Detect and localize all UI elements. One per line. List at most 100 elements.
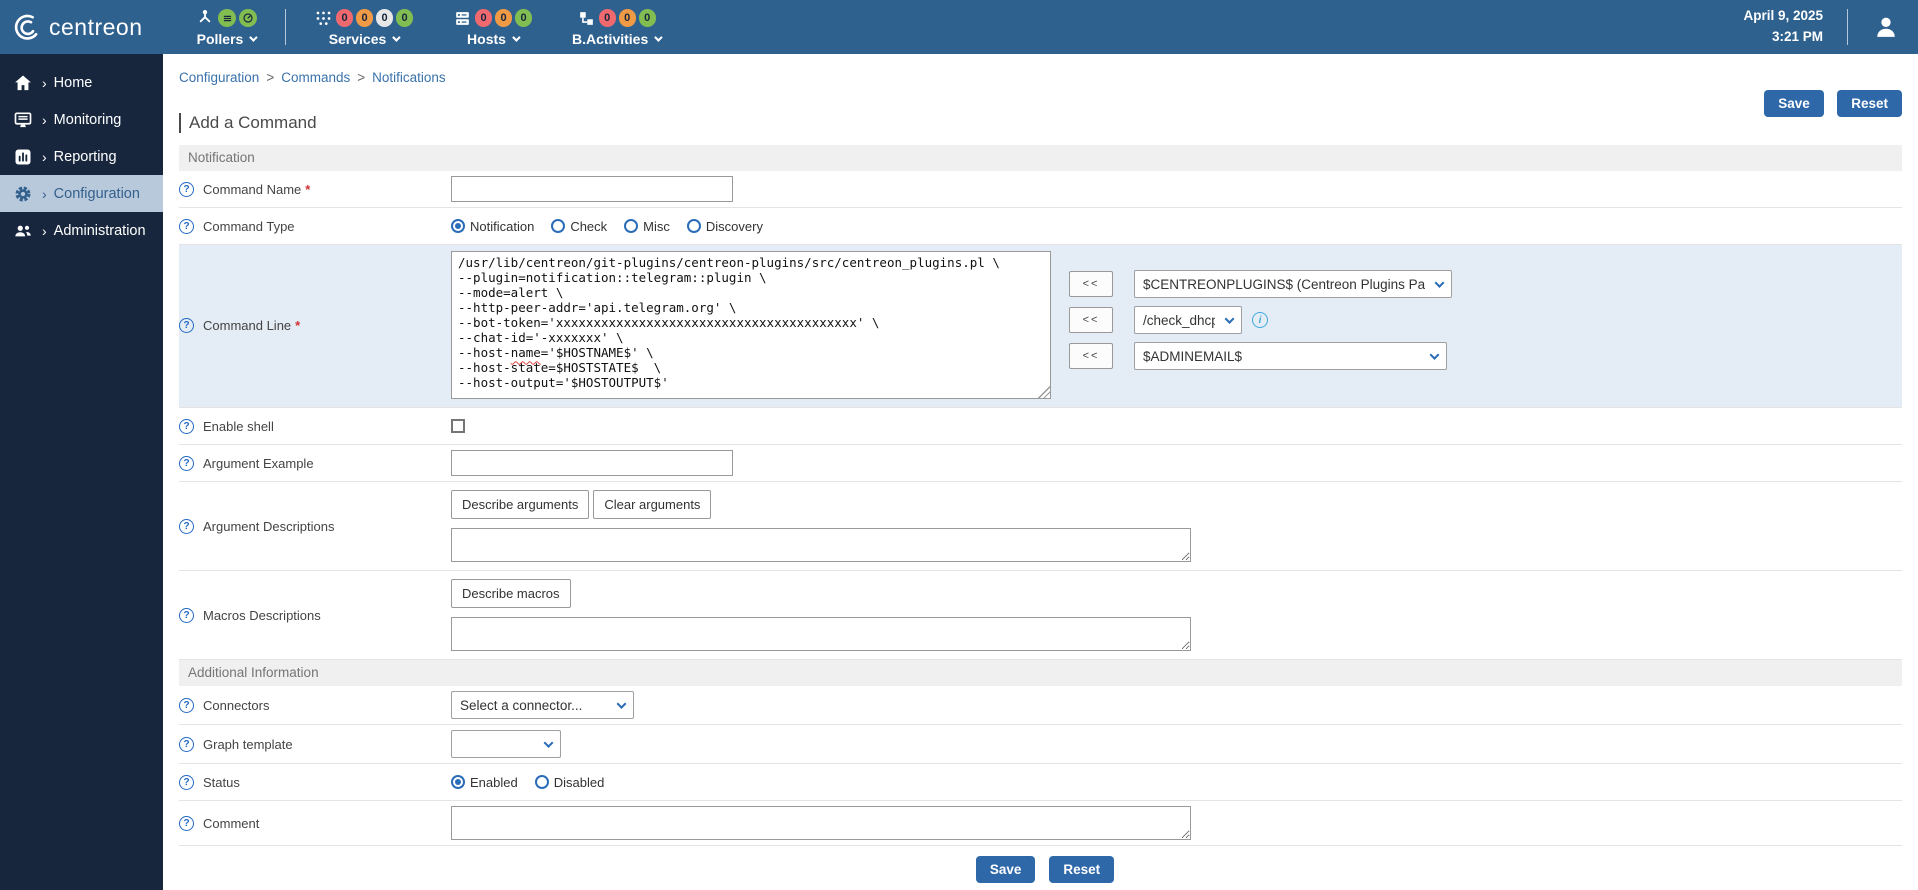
home-icon — [13, 73, 33, 93]
comment-textarea[interactable] — [451, 806, 1191, 840]
breadcrumb-configuration[interactable]: Configuration — [179, 70, 259, 85]
ba-warning-badge[interactable]: 0 — [619, 9, 636, 27]
save-button-top[interactable]: Save — [1764, 90, 1824, 117]
help-icon[interactable] — [179, 698, 194, 713]
help-icon[interactable] — [179, 419, 194, 434]
chevron-right-icon: › — [42, 113, 47, 127]
command-type-check-radio[interactable]: Check — [551, 219, 607, 234]
insert-plugins-path-button[interactable]: << — [1069, 271, 1113, 297]
sidebar-item-reporting[interactable]: › Reporting — [0, 138, 163, 175]
argument-example-input[interactable] — [451, 450, 733, 476]
graph-template-row: Graph template — [179, 725, 1902, 764]
radio-icon — [535, 775, 549, 789]
help-icon[interactable] — [179, 775, 194, 790]
hosts-down-badge[interactable]: 0 — [475, 9, 492, 27]
sidebar-item-label: Home — [54, 75, 93, 91]
top-action-buttons: Save Reset — [1755, 90, 1902, 117]
services-icon — [314, 9, 333, 28]
menu-business-activities[interactable]: 0 0 0 B.Activities — [572, 7, 660, 47]
hosts-up-badge[interactable]: 0 — [515, 9, 532, 27]
radio-icon — [551, 219, 565, 233]
ba-critical-badge[interactable]: 0 — [599, 9, 616, 27]
help-icon[interactable] — [179, 219, 194, 234]
services-warning-badge[interactable]: 0 — [356, 9, 373, 27]
describe-arguments-button[interactable]: Describe arguments — [451, 490, 589, 519]
graph-template-select[interactable] — [451, 730, 561, 758]
required-marker: * — [295, 318, 300, 333]
breadcrumb-notifications[interactable]: Notifications — [372, 70, 446, 85]
connectors-select[interactable]: Select a connector... — [451, 691, 634, 719]
centreon-logo[interactable]: centreon — [0, 12, 163, 42]
command-type-misc-radio[interactable]: Misc — [624, 219, 670, 234]
sidebar-item-label: Reporting — [54, 149, 117, 165]
connectors-row: Connectors Select a connector... — [179, 686, 1902, 725]
argument-descriptions-textarea[interactable] — [451, 528, 1191, 562]
radio-icon — [624, 219, 638, 233]
command-name-label: Command Name — [203, 182, 301, 197]
help-icon[interactable] — [179, 182, 194, 197]
sidebar-item-monitoring[interactable]: › Monitoring — [0, 101, 163, 138]
connectors-label: Connectors — [203, 698, 269, 713]
help-icon[interactable] — [179, 318, 194, 333]
command-line-label: Command Line — [203, 318, 291, 333]
centreon-swirl-icon — [12, 12, 42, 42]
argument-descriptions-label: Argument Descriptions — [203, 519, 335, 534]
menu-pollers[interactable]: Pollers — [195, 7, 257, 47]
status-disabled-radio[interactable]: Disabled — [535, 775, 605, 790]
resize-handle[interactable] — [1038, 386, 1050, 398]
insert-macro-button[interactable]: << — [1069, 343, 1113, 369]
menu-services[interactable]: 0 0 0 0 Services — [314, 7, 413, 47]
command-line-row: Command Line * /usr/lib/centreon/git-plu… — [179, 245, 1902, 408]
command-name-input[interactable] — [451, 176, 733, 202]
ba-ok-badge[interactable]: 0 — [639, 9, 656, 27]
services-unknown-badge[interactable]: 0 — [376, 9, 393, 27]
reset-button-top[interactable]: Reset — [1837, 90, 1902, 117]
argument-example-row: Argument Example — [179, 445, 1902, 482]
reporting-icon — [13, 147, 33, 167]
sidebar-nav: › Home › Monitoring › Reporting › Config… — [0, 54, 163, 890]
sidebar-item-home[interactable]: › Home — [0, 64, 163, 101]
user-profile-icon[interactable] — [1872, 13, 1900, 41]
breadcrumb-commands[interactable]: Commands — [281, 70, 350, 85]
help-icon[interactable] — [179, 608, 194, 623]
current-time: 3:21 PM — [1743, 27, 1823, 48]
hosts-unreachable-badge[interactable]: 0 — [495, 9, 512, 27]
menu-hosts[interactable]: 0 0 0 Hosts — [453, 7, 532, 47]
command-type-discovery-radio[interactable]: Discovery — [687, 219, 763, 234]
database-icon — [222, 13, 233, 24]
required-marker: * — [305, 182, 310, 197]
help-icon[interactable] — [179, 519, 194, 534]
command-type-row: Command Type Notification Check Misc Dis… — [179, 208, 1902, 245]
command-line-value[interactable]: /usr/lib/centreon/git-plugins/centreon-p… — [451, 251, 1051, 399]
command-type-notification-radio[interactable]: Notification — [451, 219, 534, 234]
comment-label: Comment — [203, 816, 259, 831]
info-icon[interactable] — [1252, 312, 1268, 328]
clear-arguments-button[interactable]: Clear arguments — [593, 490, 711, 519]
hosts-label: Hosts — [467, 31, 506, 47]
describe-macros-button[interactable]: Describe macros — [451, 579, 571, 608]
help-icon[interactable] — [179, 737, 194, 752]
macros-descriptions-textarea[interactable] — [451, 617, 1191, 651]
sidebar-item-administration[interactable]: › Administration — [0, 212, 163, 249]
command-name-row: Command Name * — [179, 171, 1902, 208]
chevron-down-icon — [512, 33, 520, 41]
help-icon[interactable] — [179, 816, 194, 831]
chevron-right-icon: › — [42, 150, 47, 164]
services-ok-badge[interactable]: 0 — [396, 9, 413, 27]
header-divider — [1847, 9, 1848, 45]
sidebar-item-configuration[interactable]: › Configuration — [0, 175, 163, 212]
plugins-path-select[interactable]: $CENTREONPLUGINS$ (Centreon Plugins Path… — [1134, 270, 1452, 298]
pollers-icon — [195, 8, 215, 28]
insert-binary-button[interactable]: << — [1069, 307, 1113, 333]
macro-select[interactable]: $ADMINEMAIL$ — [1134, 342, 1447, 370]
status-enabled-radio[interactable]: Enabled — [451, 775, 518, 790]
help-icon[interactable] — [179, 456, 194, 471]
radio-icon — [451, 219, 465, 233]
services-critical-badge[interactable]: 0 — [336, 9, 353, 27]
save-button-bottom[interactable]: Save — [976, 856, 1036, 883]
enable-shell-checkbox[interactable] — [451, 419, 465, 433]
binary-select[interactable]: /check_dhcp — [1134, 306, 1242, 334]
reset-button-bottom[interactable]: Reset — [1049, 856, 1114, 883]
chevron-down-icon — [250, 33, 258, 41]
comment-row: Comment — [179, 801, 1902, 846]
